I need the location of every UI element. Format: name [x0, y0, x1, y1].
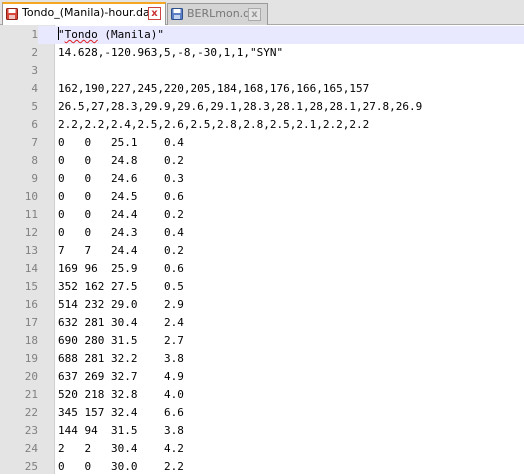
line-text: 162,190,227,245,220,205,184,168,176,166,… [58, 82, 370, 95]
editor-line[interactable]: 5 26.5,27,28.3,29.9,29.6,29.1,28.3,28.1,… [0, 98, 524, 116]
line-text: 0 0 25.1 0.4 [58, 136, 184, 149]
line-text: 2 2 30.4 4.2 [58, 442, 184, 455]
tab-label: Tondo_(Manila)-hour.dat [22, 6, 155, 19]
line-text: 520 218 32.8 4.0 [58, 388, 184, 401]
tab-tondo-manila-hour[interactable]: Tondo_(Manila)-hour.dat x [2, 2, 166, 25]
line-number: 14 [24, 262, 38, 275]
close-icon[interactable]: x [248, 8, 261, 21]
line-text: 144 94 31.5 3.8 [58, 424, 184, 437]
editor-line[interactable]: 12 0 0 24.3 0.4 [0, 224, 524, 242]
line-number: 3 [31, 64, 38, 77]
line-text: 0 0 24.6 0.3 [58, 172, 184, 185]
line-text: 0 0 24.5 0.6 [58, 190, 184, 203]
line-number: 24 [24, 442, 38, 455]
line-text: 637 269 32.7 4.9 [58, 370, 184, 383]
line-number: 21 [24, 388, 38, 401]
line-text: 0 0 30.0 2.2 [58, 460, 184, 473]
editor-line[interactable]: 11 0 0 24.4 0.2 [0, 206, 524, 224]
editor-line[interactable]: 21 520 218 32.8 4.0 [0, 386, 524, 404]
tab-berlmon[interactable]: BERLmon.dat x [167, 3, 268, 25]
line-number: 8 [31, 154, 38, 167]
editor-line[interactable]: 23 144 94 31.5 3.8 [0, 422, 524, 440]
line-number: 10 [24, 190, 38, 203]
text-editor[interactable]: 1 "Tondo (Manila)" 2 14.628,-120.963,5,-… [0, 25, 524, 474]
line-text: 514 232 29.0 2.9 [58, 298, 184, 311]
line-number: 5 [31, 100, 38, 113]
line-number: 9 [31, 172, 38, 185]
line-number: 17 [24, 316, 38, 329]
editor-line[interactable]: 2 14.628,-120.963,5,-8,-30,1,1,"SYN" [0, 44, 524, 62]
editor-line[interactable]: 18 690 280 31.5 2.7 [0, 332, 524, 350]
editor-line[interactable]: 8 0 0 24.8 0.2 [0, 152, 524, 170]
editor-line[interactable]: 16 514 232 29.0 2.9 [0, 296, 524, 314]
editor-line[interactable]: 17 632 281 30.4 2.4 [0, 314, 524, 332]
editor-line[interactable]: 9 0 0 24.6 0.3 [0, 170, 524, 188]
editor-line[interactable]: 25 0 0 30.0 2.2 [0, 458, 524, 476]
line-text: 345 157 32.4 6.6 [58, 406, 184, 419]
line-number: 13 [24, 244, 38, 257]
line-number: 20 [24, 370, 38, 383]
line-number: 2 [31, 46, 38, 59]
line-number: 4 [31, 82, 38, 95]
line-number: 12 [24, 226, 38, 239]
line-number: 11 [24, 208, 38, 221]
editor-line[interactable]: 22 345 157 32.4 6.6 [0, 404, 524, 422]
line-number: 16 [24, 298, 38, 311]
line-text: "Tondo (Manila)" [58, 27, 164, 41]
line-number: 7 [31, 136, 38, 149]
editor-line[interactable]: 19 688 281 32.2 3.8 [0, 350, 524, 368]
line-text: 690 280 31.5 2.7 [58, 334, 184, 347]
line-text: 0 0 24.4 0.2 [58, 208, 184, 221]
tab-bar: Tondo_(Manila)-hour.dat x BERLmon.dat x [0, 0, 524, 25]
editor-line[interactable]: 15 352 162 27.5 0.5 [0, 278, 524, 296]
editor-line[interactable]: 1 "Tondo (Manila)" [0, 26, 524, 44]
editor-line[interactable]: 10 0 0 24.5 0.6 [0, 188, 524, 206]
spellcheck-word: Tondo [64, 28, 98, 41]
line-number: 15 [24, 280, 38, 293]
editor-line[interactable]: 7 0 0 25.1 0.4 [0, 134, 524, 152]
editor-line[interactable]: 13 7 7 24.4 0.2 [0, 242, 524, 260]
line-text: 0 0 24.8 0.2 [58, 154, 184, 167]
editor-line[interactable]: 3 [0, 62, 524, 80]
line-text: 0 0 24.3 0.4 [58, 226, 184, 239]
line-number: 18 [24, 334, 38, 347]
line-text: 688 281 32.2 3.8 [58, 352, 184, 365]
line-text: 352 162 27.5 0.5 [58, 280, 184, 293]
line-number: 23 [24, 424, 38, 437]
editor-line[interactable]: 20 637 269 32.7 4.9 [0, 368, 524, 386]
line-number: 1 [0, 26, 38, 44]
line-text: 14.628,-120.963,5,-8,-30,1,1,"SYN" [58, 46, 284, 59]
line-text: 26.5,27,28.3,29.9,29.6,29.1,28.3,28.1,28… [58, 100, 423, 113]
editor-line[interactable]: 24 2 2 30.4 4.2 [0, 440, 524, 458]
line-text: 2.2,2.2,2.4,2.5,2.6,2.5,2.8,2.8,2.5,2.1,… [58, 118, 370, 131]
editor-line[interactable]: 6 2.2,2.2,2.4,2.5,2.6,2.5,2.8,2.8,2.5,2.… [0, 116, 524, 134]
line-number: 25 [24, 460, 38, 473]
editor-line[interactable]: 4 162,190,227,245,220,205,184,168,176,16… [0, 80, 524, 98]
editor-line[interactable]: 14 169 96 25.9 0.6 [0, 260, 524, 278]
close-icon[interactable]: x [148, 7, 161, 20]
line-text: 169 96 25.9 0.6 [58, 262, 184, 275]
line-number: 19 [24, 352, 38, 365]
line-text: 632 281 30.4 2.4 [58, 316, 184, 329]
floppy-disk-blue-icon [171, 8, 183, 20]
line-number: 22 [24, 406, 38, 419]
line-text: 7 7 24.4 0.2 [58, 244, 184, 257]
floppy-disk-red-icon [6, 8, 18, 20]
line-number: 6 [31, 118, 38, 131]
